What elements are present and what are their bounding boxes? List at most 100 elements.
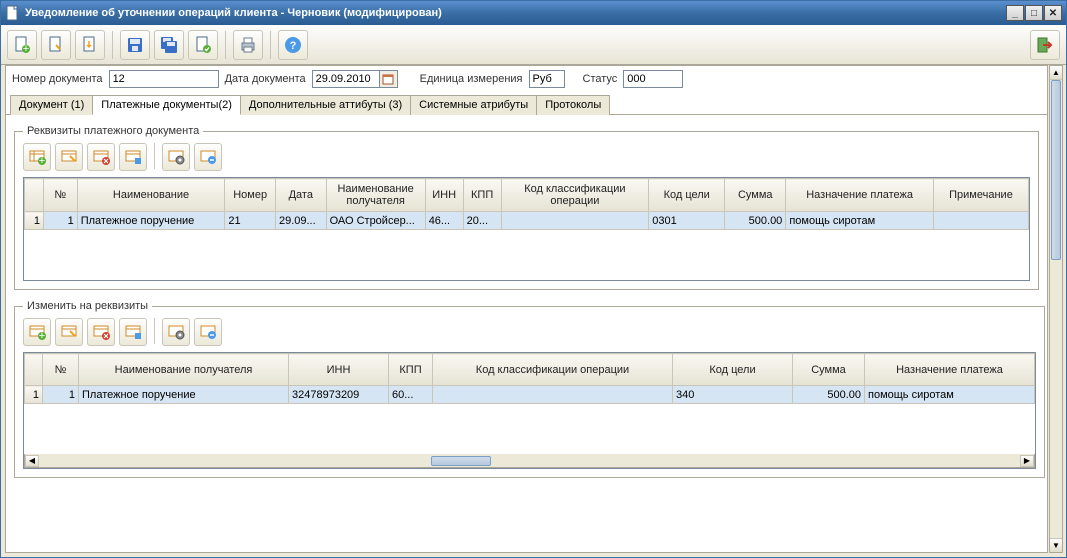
grid-filter-button[interactable] xyxy=(194,318,222,346)
grid-toolbar-2: + xyxy=(23,318,1036,346)
calendar-icon[interactable] xyxy=(380,70,398,88)
col-name[interactable]: Наименование xyxy=(77,179,225,212)
col-purpose[interactable]: Назначение платежа xyxy=(865,354,1035,386)
cell-goal: 0301 xyxy=(649,212,725,230)
cell-classcode xyxy=(501,212,649,230)
toolbar-separator xyxy=(270,31,271,59)
grid-header: № Наименование получателя ИНН КПП Код кл… xyxy=(25,354,1035,386)
cell-date: 29.09... xyxy=(275,212,326,230)
toolbar-separator xyxy=(154,318,155,344)
exit-button[interactable] xyxy=(1030,30,1060,60)
col-purpose[interactable]: Назначение платежа xyxy=(786,179,934,212)
svg-text:+: + xyxy=(39,155,45,166)
col-rownum[interactable] xyxy=(25,354,43,386)
grid-delete-button[interactable] xyxy=(87,143,115,171)
scroll-left-button[interactable]: ◀ xyxy=(25,455,39,467)
col-kpp[interactable]: КПП xyxy=(389,354,433,386)
cell-num: 1 xyxy=(43,212,77,230)
table-row[interactable]: 1 1 Платежное поручение 32478973209 60..… xyxy=(25,386,1035,404)
col-recipient[interactable]: Наименование получателя xyxy=(326,179,425,212)
window-title: Уведомление об уточнении операций клиент… xyxy=(25,7,1006,19)
close-button[interactable]: ✕ xyxy=(1044,5,1062,21)
col-classcode[interactable]: Код классификации операции xyxy=(433,354,673,386)
grid-empty-area xyxy=(24,230,1029,280)
cell-recipient: ОАО Стройсер... xyxy=(326,212,425,230)
export-doc-button[interactable] xyxy=(75,30,105,60)
col-recipient[interactable]: Наименование получателя xyxy=(79,354,289,386)
col-num[interactable]: № xyxy=(43,354,79,386)
grid-edit-button[interactable] xyxy=(55,143,83,171)
doc-number-input[interactable] xyxy=(109,70,219,88)
toolbar-separator xyxy=(154,143,155,169)
cell-rownum: 1 xyxy=(25,386,43,404)
col-date[interactable]: Дата xyxy=(275,179,326,212)
col-rownum[interactable] xyxy=(25,179,44,212)
grid-settings-button[interactable] xyxy=(162,318,190,346)
group-payment-doc-details: Реквизиты платежного документа + xyxy=(14,125,1039,290)
tab-extra-attrs[interactable]: Дополнительные аттибуты (3) xyxy=(240,95,411,115)
tab-payment-docs[interactable]: Платежные документы(2) xyxy=(92,95,241,115)
col-sum[interactable]: Сумма xyxy=(793,354,865,386)
new-doc-button[interactable]: + xyxy=(7,30,37,60)
change-to-grid: № Наименование получателя ИНН КПП Код кл… xyxy=(23,352,1036,469)
col-num[interactable]: № xyxy=(43,179,77,212)
maximize-button[interactable]: □ xyxy=(1025,5,1043,21)
table-row[interactable]: 1 1 Платежное поручение 21 29.09... ОАО … xyxy=(25,212,1029,230)
grid-copy-button[interactable] xyxy=(119,143,147,171)
vertical-scrollbar[interactable]: ▲ ▼ xyxy=(1049,65,1063,553)
col-inn[interactable]: ИНН xyxy=(289,354,389,386)
col-kpp[interactable]: КПП xyxy=(463,179,501,212)
scroll-thumb[interactable] xyxy=(1051,80,1061,260)
grid-header: № Наименование Номер Дата Наименование п… xyxy=(25,179,1029,212)
col-note[interactable]: Примечание xyxy=(933,179,1028,212)
save-confirm-button[interactable] xyxy=(188,30,218,60)
doc-date-picker xyxy=(312,70,398,88)
open-doc-button[interactable] xyxy=(41,30,71,60)
help-button[interactable]: ? xyxy=(278,30,308,60)
scroll-down-button[interactable]: ▼ xyxy=(1050,538,1062,552)
horizontal-scrollbar[interactable]: ◀ ▶ xyxy=(24,454,1035,468)
doc-date-input[interactable] xyxy=(312,70,380,88)
col-inn[interactable]: ИНН xyxy=(425,179,463,212)
grid-delete-button[interactable] xyxy=(87,318,115,346)
grid-add-button[interactable]: + xyxy=(23,143,51,171)
scroll-right-button[interactable]: ▶ xyxy=(1020,455,1034,467)
scroll-thumb[interactable] xyxy=(431,456,491,466)
print-button[interactable] xyxy=(233,30,263,60)
col-goal[interactable]: Код цели xyxy=(673,354,793,386)
cell-sum: 500.00 xyxy=(725,212,786,230)
payment-docs-grid: № Наименование Номер Дата Наименование п… xyxy=(23,177,1030,281)
scroll-up-button[interactable]: ▲ xyxy=(1050,66,1062,80)
cell-sum: 500.00 xyxy=(793,386,865,404)
unit-label: Единица измерения xyxy=(420,73,523,85)
grid-empty-area xyxy=(24,404,1035,454)
group-change-to-details: Изменить на реквизиты + xyxy=(14,300,1045,478)
col-goal[interactable]: Код цели xyxy=(649,179,725,212)
save-button[interactable] xyxy=(120,30,150,60)
grid-edit-button[interactable] xyxy=(55,318,83,346)
tab-protocols[interactable]: Протоколы xyxy=(536,95,610,115)
col-sum[interactable]: Сумма xyxy=(725,179,786,212)
cell-goal: 340 xyxy=(673,386,793,404)
tab-system-attrs[interactable]: Системные атрибуты xyxy=(410,95,537,115)
unit-input[interactable] xyxy=(529,70,565,88)
cell-purpose: помощь сиротам xyxy=(786,212,934,230)
grid-settings-button[interactable] xyxy=(162,143,190,171)
tab-document[interactable]: Документ (1) xyxy=(10,95,93,115)
grid-copy-button[interactable] xyxy=(119,318,147,346)
grid-toolbar-1: + xyxy=(23,143,1030,171)
grid-add-button[interactable]: + xyxy=(23,318,51,346)
grid-filter-button[interactable] xyxy=(194,143,222,171)
save-all-button[interactable] xyxy=(154,30,184,60)
status-input[interactable] xyxy=(623,70,683,88)
scroll-track[interactable] xyxy=(39,455,1020,467)
group-legend: Реквизиты платежного документа xyxy=(23,125,203,137)
cell-kpp: 60... xyxy=(389,386,433,404)
minimize-button[interactable]: _ xyxy=(1006,5,1024,21)
toolbar-separator xyxy=(225,31,226,59)
col-number[interactable]: Номер xyxy=(225,179,276,212)
cell-number: 21 xyxy=(225,212,276,230)
titlebar: Уведомление об уточнении операций клиент… xyxy=(1,1,1066,25)
col-classcode[interactable]: Код классификации операции xyxy=(501,179,649,212)
cell-kpp: 20... xyxy=(463,212,501,230)
